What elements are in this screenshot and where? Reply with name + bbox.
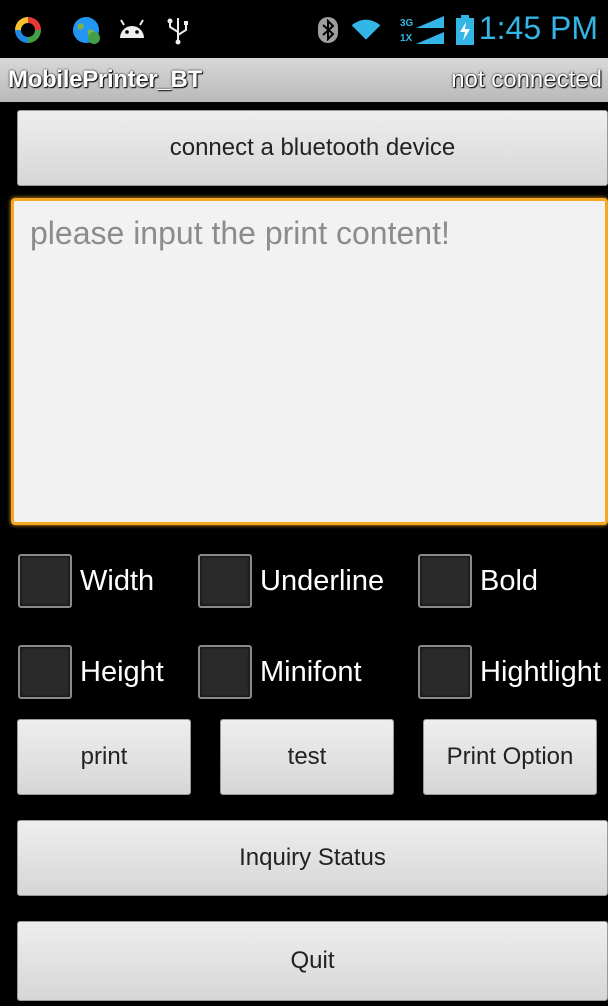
checkbox-label: Width bbox=[80, 564, 155, 597]
svg-text:1X: 1X bbox=[400, 33, 413, 44]
bluetooth-icon bbox=[312, 14, 344, 46]
checkbox-label: Height bbox=[80, 655, 164, 688]
bold-checkbox[interactable]: Bold bbox=[418, 552, 538, 610]
android-icon bbox=[116, 14, 148, 46]
test-button[interactable]: test bbox=[220, 719, 394, 795]
screen: 3G 1X 1:45 PM MobilePrinter_BT not conne… bbox=[0, 0, 608, 1006]
svg-text:3G: 3G bbox=[400, 18, 414, 29]
print-button[interactable]: print bbox=[17, 719, 191, 795]
print-content-placeholder: please input the print content! bbox=[30, 215, 450, 251]
checkbox-label: Minifont bbox=[260, 655, 362, 688]
width-checkbox[interactable]: Width bbox=[18, 552, 154, 610]
checkbox-box[interactable] bbox=[198, 554, 252, 608]
globe-icon bbox=[70, 14, 102, 46]
quit-button[interactable]: Quit bbox=[17, 921, 608, 1001]
app-title: MobilePrinter_BT bbox=[8, 66, 202, 93]
connect-bluetooth-button[interactable]: connect a bluetooth device bbox=[17, 110, 608, 186]
checkbox-label: Hightlight bbox=[480, 655, 601, 688]
title-bar: MobilePrinter_BT not connected bbox=[0, 58, 608, 102]
checkbox-label: Bold bbox=[480, 564, 539, 597]
signal-3g-1x-icon: 3G 1X bbox=[400, 14, 446, 46]
checkbox-box[interactable] bbox=[198, 645, 252, 699]
checkbox-box[interactable] bbox=[18, 554, 72, 608]
checkbox-box[interactable] bbox=[418, 645, 472, 699]
clock: 1:45 PM bbox=[478, 10, 598, 46]
print-option-button[interactable]: Print Option bbox=[423, 719, 597, 795]
underline-checkbox[interactable]: Underline bbox=[198, 552, 384, 610]
checkbox-label: Underline bbox=[260, 564, 385, 597]
connection-status: not connected bbox=[451, 66, 602, 93]
battery-charging-icon bbox=[454, 14, 476, 46]
status-bar: 3G 1X 1:45 PM bbox=[0, 0, 608, 58]
height-checkbox[interactable]: Height bbox=[18, 643, 164, 701]
inquiry-status-button[interactable]: Inquiry Status bbox=[17, 820, 608, 896]
wifi-icon bbox=[350, 14, 382, 46]
checkbox-box[interactable] bbox=[18, 645, 72, 699]
minifont-checkbox[interactable]: Minifont bbox=[198, 643, 362, 701]
sync-icon bbox=[12, 14, 44, 46]
print-content-input[interactable]: please input the print content! bbox=[11, 198, 608, 525]
checkbox-box[interactable] bbox=[418, 554, 472, 608]
usb-icon bbox=[162, 14, 194, 46]
highlight-checkbox[interactable]: Hightlight bbox=[418, 643, 608, 701]
